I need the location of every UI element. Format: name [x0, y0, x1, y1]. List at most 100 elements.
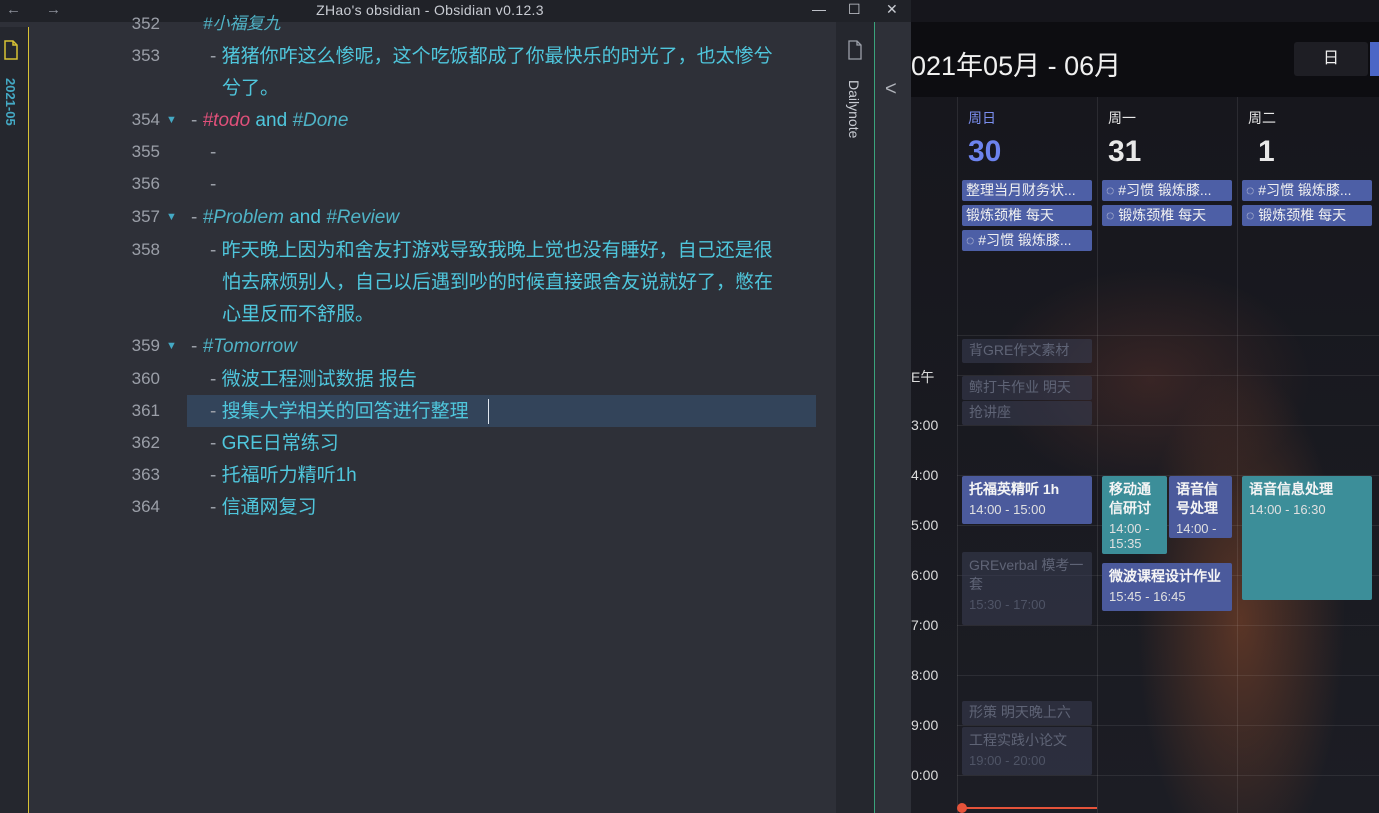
calendar-event[interactable]: 移动通信研讨 14:00 - 15:35 [1102, 476, 1167, 554]
day-name-mon: 周一 [1108, 110, 1136, 126]
allday-event[interactable]: ◌ #习惯 锻炼膝... [1242, 180, 1372, 201]
editor-line-active[interactable]: - 搜集大学相关的回答进行整理 [210, 396, 469, 428]
line-text: and [283, 207, 327, 228]
event-title: GREverbal 模考一套 [969, 557, 1084, 592]
calendar-month-title: 021年05月 - 06月 [911, 51, 1122, 81]
line-text: 搜集大学相关的回答进行整理 [221, 401, 469, 422]
list-dash[interactable]: - [210, 169, 216, 201]
calendar-event[interactable]: 形策 明天晚上六 [962, 701, 1092, 725]
calendar-event[interactable]: 语音信息处理 14:00 - 16:30 [1242, 476, 1372, 600]
view-day-button[interactable]: 日 [1294, 42, 1368, 76]
day-number[interactable]: 31 [1108, 135, 1141, 169]
calendar-event[interactable]: 微波课程设计作业 15:45 - 16:45 [1102, 563, 1232, 611]
collapse-chevron-icon[interactable]: < [885, 78, 897, 101]
calendar-event[interactable]: GREverbal 模考一套 15:30 - 17:00 [962, 552, 1092, 625]
editor-line[interactable]: - #todo and #Done [191, 105, 348, 137]
editor-line[interactable]: - GRE日常练习 [210, 428, 339, 460]
calendar-window: 021年05月 - 06月 日 周日 30 周一 31 周二 1 整理当月财务状… [911, 0, 1379, 813]
fold-arrow-icon[interactable]: ▼ [166, 114, 177, 126]
file-icon[interactable] [847, 40, 863, 60]
editor-line[interactable]: - #Problem and #Review [191, 202, 399, 234]
list-dash: - [210, 465, 222, 486]
allday-event[interactable]: ◌ 锻炼颈椎 每天 [1102, 205, 1232, 226]
list-dash: - [191, 110, 203, 131]
line-number: 363 [131, 465, 160, 484]
fold-arrow-icon[interactable]: ▼ [166, 340, 177, 352]
day-name-tue: 周二 [1248, 110, 1276, 126]
file-icon[interactable] [3, 40, 19, 60]
allday-event[interactable]: ◌ #习惯 锻炼膝... [962, 230, 1092, 251]
line-text: 托福听力精听1h [221, 465, 357, 486]
time-label: E午 [911, 369, 935, 385]
calendar-event[interactable]: 语音信号处理 14:00 - [1169, 476, 1232, 538]
event-title: 工程实践小论文 [969, 732, 1067, 748]
event-time: 14:00 - 15:35 [1109, 521, 1150, 551]
event-title: 语音信号处理 [1176, 481, 1218, 516]
event-title: 鲸打卡作业 明天 [969, 379, 1071, 395]
right-sidebar [836, 22, 875, 813]
event-title: 形策 明天晚上六 [969, 704, 1071, 720]
editor-line[interactable]: - 微波工程测试数据 报告 [210, 364, 417, 396]
line-number: 358 [131, 240, 160, 259]
tag-todo[interactable]: #todo [203, 110, 251, 131]
event-time: 15:45 - 16:45 [1109, 589, 1186, 604]
list-dash: - [210, 240, 222, 261]
time-label: 6:00 [911, 567, 939, 583]
event-time: 14:00 - 15:00 [969, 502, 1046, 517]
line-number: 357 [131, 207, 160, 226]
event-time: 15:30 - 17:00 [969, 597, 1046, 612]
editor-line[interactable]: - 昨天晚上因为和舍友打游戏导致我晚上觉也没有睡好，自己还是很 [210, 235, 773, 267]
current-time-line [959, 807, 1097, 809]
time-label: 8:00 [911, 667, 939, 683]
time-label: 7:00 [911, 617, 939, 633]
left-sidebar [0, 27, 29, 813]
tag-review[interactable]: #Review [326, 207, 399, 228]
allday-event[interactable]: ◌ #习惯 锻炼膝... [1102, 180, 1232, 201]
editor-line[interactable]: - 信通网复习 [210, 492, 317, 524]
line-number: 362 [131, 433, 160, 452]
day-number[interactable]: 1 [1258, 135, 1275, 169]
day-number-today[interactable]: 30 [968, 135, 1001, 169]
editor-line[interactable]: - 托福听力精听1h [210, 460, 357, 492]
minimize-button[interactable]: — [812, 1, 826, 17]
editor-line[interactable]: - 猪猪你咋这么惨呢，这个吃饭都成了你最快乐的时光了，也太惨兮 [210, 41, 773, 73]
maximize-button[interactable]: ☐ [848, 1, 861, 18]
tag-done[interactable]: #Done [292, 110, 348, 131]
time-label: 5:00 [911, 517, 939, 533]
line-number: 352 [131, 14, 160, 33]
allday-event[interactable]: 锻炼颈椎 每天 [962, 205, 1092, 226]
event-time: 14:00 - 16:30 [1249, 502, 1326, 517]
event-time: 19:00 - 20:00 [969, 753, 1046, 768]
close-button[interactable]: ✕ [886, 1, 898, 18]
line-text: and [250, 110, 293, 131]
obsidian-window: ← → ZHao's obsidian - Obsidian v0.12.3 —… [0, 0, 911, 813]
calendar-grid[interactable]: 周日 30 周一 31 周二 1 整理当月财务状... 锻炼颈椎 每天 ◌ #习… [911, 97, 1379, 813]
line-text: GRE日常练习 [221, 433, 339, 454]
line-text-wrap: 兮了。 [222, 78, 280, 99]
list-dash: - [210, 401, 222, 422]
tag-problem[interactable]: #Problem [203, 207, 284, 228]
dailynote-tab[interactable]: Dailynote [842, 80, 862, 138]
daily-file-tab[interactable]: 2021-05 [0, 78, 18, 126]
list-dash: - [210, 369, 222, 390]
event-title: 抢讲座 [969, 404, 1011, 420]
calendar-event[interactable]: 背GRE作文素材 [962, 339, 1092, 363]
time-label: 4:00 [911, 467, 939, 483]
list-dash[interactable]: - [210, 137, 216, 169]
view-selector-accent[interactable] [1370, 42, 1379, 76]
event-title: 移动通信研讨 [1109, 481, 1151, 516]
fold-arrow-icon[interactable]: ▼ [166, 211, 177, 223]
editor-line[interactable]: - #Tomorrow [191, 331, 297, 363]
tag-tomorrow[interactable]: #Tomorrow [203, 336, 297, 357]
allday-event[interactable]: ◌ 锻炼颈椎 每天 [1242, 205, 1372, 226]
allday-event[interactable]: 整理当月财务状... [962, 180, 1092, 201]
line-text-wrap: 心里反而不舒服。 [222, 304, 375, 325]
list-dash: - [191, 336, 203, 357]
calendar-event[interactable]: 托福英精听 1h 14:00 - 15:00 [962, 476, 1092, 524]
calendar-event[interactable]: 鲸打卡作业 明天 [962, 376, 1092, 400]
line-text-wrap: 怕去麻烦别人，自己以后遇到吵的时候直接跟舍友说就好了，憋在 [222, 272, 774, 293]
calendar-event[interactable]: 工程实践小论文 19:00 - 20:00 [962, 727, 1092, 775]
calendar-event[interactable]: 抢讲座 [962, 401, 1092, 425]
line-number: 360 [131, 369, 160, 388]
day-name-sun: 周日 [968, 110, 996, 126]
